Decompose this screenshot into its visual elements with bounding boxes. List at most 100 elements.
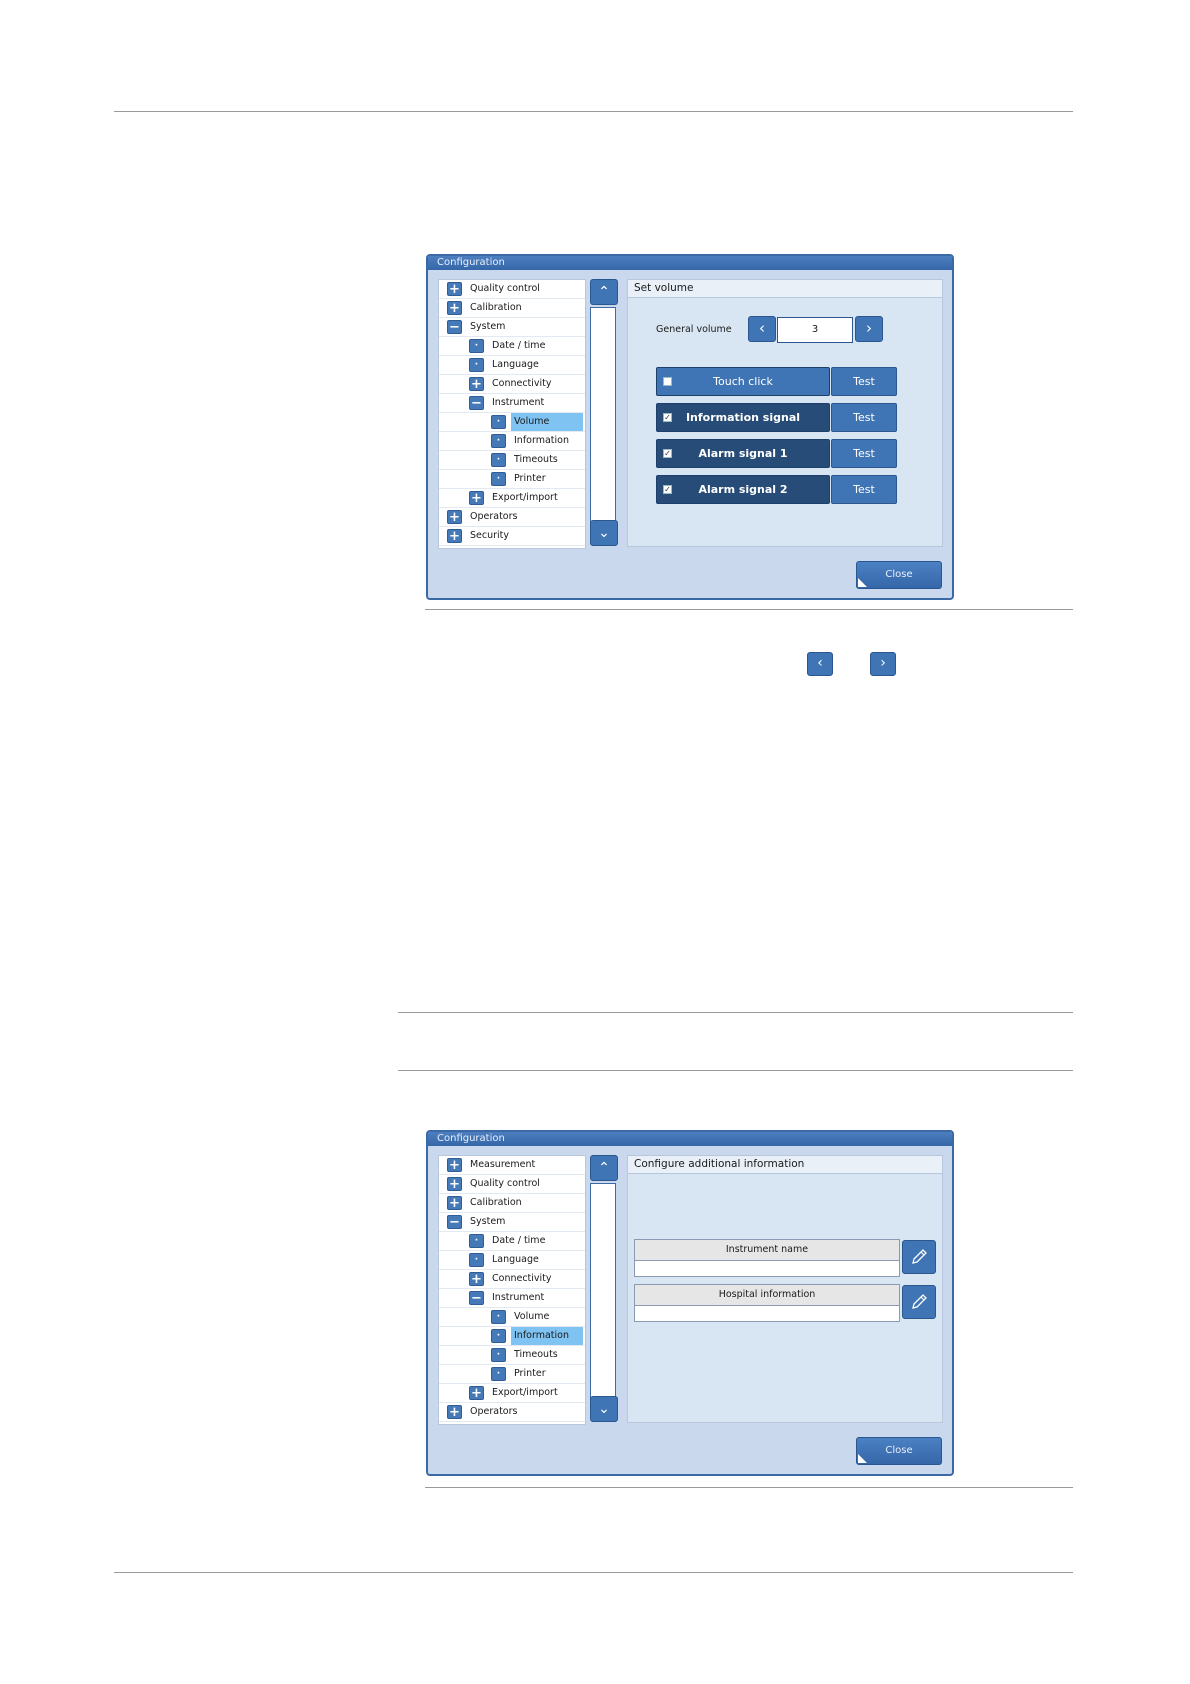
- test-button[interactable]: Test: [831, 403, 897, 432]
- dot-icon[interactable]: ·: [491, 1367, 506, 1381]
- checkbox-checked-icon: ✓: [663, 485, 672, 494]
- tree-item[interactable]: · Language: [439, 356, 585, 375]
- plus-icon[interactable]: +: [447, 1196, 462, 1210]
- dot-icon[interactable]: ·: [491, 453, 506, 467]
- minus-icon[interactable]: −: [447, 320, 462, 334]
- dot-icon[interactable]: ·: [469, 358, 484, 372]
- tree-item[interactable]: + Operators: [439, 508, 585, 527]
- tree-item[interactable]: · Timeouts: [439, 451, 585, 470]
- tree-item[interactable]: · Information: [439, 1327, 585, 1346]
- checkbox-checked-icon: ✓: [663, 449, 672, 458]
- minus-icon[interactable]: −: [469, 1291, 484, 1305]
- tree-item-label: Export/import: [492, 1387, 558, 1398]
- scrollbar-track[interactable]: [590, 307, 616, 523]
- test-button[interactable]: Test: [831, 475, 897, 504]
- chevron-up-icon: ⌃: [598, 284, 610, 300]
- dot-icon[interactable]: ·: [469, 1253, 484, 1267]
- dot-icon[interactable]: ·: [491, 472, 506, 486]
- scrollbar-track[interactable]: [590, 1183, 616, 1399]
- panel-title: Set volume: [628, 280, 942, 298]
- dot-icon[interactable]: ·: [491, 1348, 506, 1362]
- tree-item[interactable]: + Quality control: [439, 280, 585, 299]
- plus-icon[interactable]: +: [447, 282, 462, 296]
- tree-item[interactable]: + Measurement: [439, 1156, 585, 1175]
- plus-icon[interactable]: +: [469, 491, 484, 505]
- tree-item-label: Printer: [514, 473, 546, 484]
- plus-icon[interactable]: +: [447, 301, 462, 315]
- minus-icon[interactable]: −: [447, 1215, 462, 1229]
- instrument-name-value: [635, 1261, 899, 1277]
- configuration-dialog-information: Configuration + Measurement + Quality contr…: [426, 1130, 954, 1476]
- plus-icon[interactable]: +: [469, 1272, 484, 1286]
- plus-icon[interactable]: +: [447, 1158, 462, 1172]
- tree-item[interactable]: + Calibration: [439, 1194, 585, 1213]
- tree-item[interactable]: + Calibration: [439, 299, 585, 318]
- tree-item[interactable]: − Instrument: [439, 1289, 585, 1308]
- scroll-down-button[interactable]: ⌄: [590, 520, 618, 546]
- tree-item[interactable]: − System: [439, 318, 585, 337]
- signal-toggle-button[interactable]: ✓ Alarm signal 1: [656, 439, 830, 468]
- tree-item[interactable]: + Export/import: [439, 1384, 585, 1403]
- tree-item[interactable]: − System: [439, 1213, 585, 1232]
- scroll-up-button[interactable]: ⌃: [590, 279, 618, 305]
- tree-item-label: Volume: [514, 1311, 550, 1322]
- tree-item[interactable]: · Language: [439, 1251, 585, 1270]
- tree-item-label: Instrument: [492, 397, 545, 408]
- test-button[interactable]: Test: [831, 367, 897, 396]
- tree-item[interactable]: + Export/import: [439, 489, 585, 508]
- tree-item[interactable]: + Operators: [439, 1403, 585, 1422]
- minus-icon[interactable]: −: [469, 396, 484, 410]
- plus-icon[interactable]: +: [469, 377, 484, 391]
- volume-decrease-button[interactable]: ‹: [748, 316, 776, 342]
- signal-toggle-button[interactable]: Touch click: [656, 367, 830, 396]
- plus-icon[interactable]: +: [447, 510, 462, 524]
- chevron-right-icon: ›: [866, 319, 872, 337]
- dot-icon[interactable]: ·: [491, 1310, 506, 1324]
- tree-item-label: Information: [514, 435, 569, 446]
- tree-item[interactable]: + Connectivity: [439, 375, 585, 394]
- tree-item[interactable]: · Volume: [439, 1308, 585, 1327]
- test-button[interactable]: Test: [831, 439, 897, 468]
- tree-item[interactable]: · Date / time: [439, 337, 585, 356]
- tree-item[interactable]: − Instrument: [439, 394, 585, 413]
- tree-item[interactable]: · Printer: [439, 470, 585, 489]
- signal-toggle-button[interactable]: ✓ Alarm signal 2: [656, 475, 830, 504]
- navigation-tree: + Measurement + Quality control + Calibration…: [438, 1155, 586, 1425]
- plus-icon[interactable]: +: [447, 529, 462, 543]
- dot-icon[interactable]: ·: [469, 1234, 484, 1248]
- scroll-up-button[interactable]: ⌃: [590, 1155, 618, 1181]
- dialog-title: Configuration: [428, 1132, 952, 1146]
- signal-toggle-button[interactable]: ✓ Information signal: [656, 403, 830, 432]
- close-button[interactable]: Close: [856, 561, 942, 589]
- plus-icon[interactable]: +: [447, 1177, 462, 1191]
- edit-instrument-name-button[interactable]: [902, 1240, 936, 1274]
- top-rule: [114, 111, 1073, 112]
- close-button[interactable]: Close: [856, 1437, 942, 1465]
- tree-item-label: System: [470, 1216, 506, 1227]
- tree-item-label: Connectivity: [492, 1273, 552, 1284]
- tree-item[interactable]: · Information: [439, 432, 585, 451]
- plus-icon[interactable]: +: [447, 1405, 462, 1419]
- edit-hospital-information-button[interactable]: [902, 1285, 936, 1319]
- tree-item[interactable]: · Date / time: [439, 1232, 585, 1251]
- volume-value-field[interactable]: 3: [777, 317, 853, 343]
- dialog-title: Configuration: [428, 256, 952, 270]
- chevron-down-icon: ⌄: [598, 525, 610, 541]
- dot-icon[interactable]: ·: [491, 415, 506, 429]
- tree-item[interactable]: · Timeouts: [439, 1346, 585, 1365]
- tree-item[interactable]: · Printer: [439, 1365, 585, 1384]
- tree-item-label: Measurement: [470, 1159, 536, 1170]
- dot-icon[interactable]: ·: [491, 434, 506, 448]
- tree-item[interactable]: + Connectivity: [439, 1270, 585, 1289]
- scroll-down-button[interactable]: ⌄: [590, 1396, 618, 1422]
- dot-icon[interactable]: ·: [491, 1329, 506, 1343]
- tree-item-label: Export/import: [492, 492, 558, 503]
- tree-item[interactable]: + Quality control: [439, 1175, 585, 1194]
- chevron-right-icon: ›: [880, 655, 886, 671]
- plus-icon[interactable]: +: [469, 1386, 484, 1400]
- volume-increase-button[interactable]: ›: [855, 316, 883, 342]
- chevron-left-icon: ‹: [817, 655, 823, 671]
- tree-item[interactable]: + Security: [439, 527, 585, 546]
- tree-item[interactable]: · Volume: [439, 413, 585, 432]
- dot-icon[interactable]: ·: [469, 339, 484, 353]
